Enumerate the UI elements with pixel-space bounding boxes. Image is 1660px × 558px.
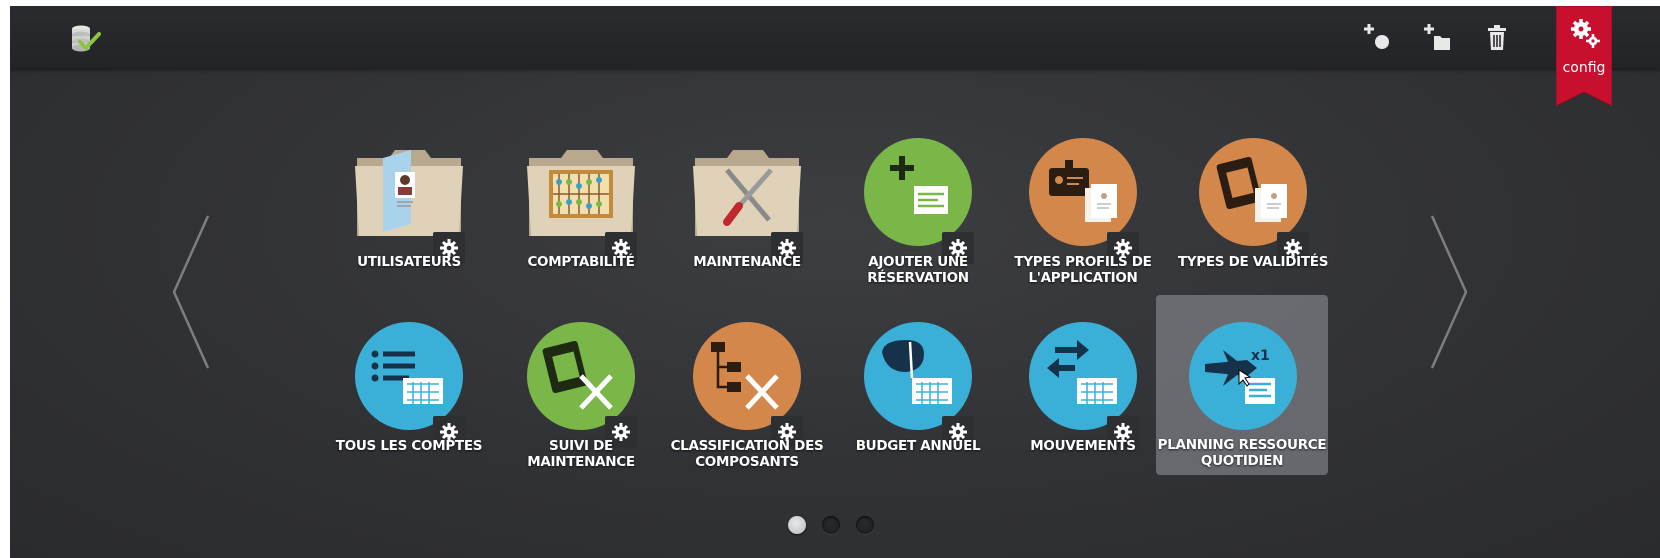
tile-label: MAINTENANCE bbox=[693, 254, 801, 270]
tile-types-validites[interactable]: TYPES DE VALIDITÉS bbox=[1167, 124, 1339, 294]
page-dot-1[interactable] bbox=[788, 516, 806, 534]
gears-icon bbox=[1571, 19, 1600, 48]
next-page-arrow[interactable] bbox=[1426, 212, 1470, 372]
tile-utilisateurs[interactable]: UTILISATEURS bbox=[323, 124, 495, 294]
tile-label: SUIVI DE MAINTENANCE bbox=[527, 438, 635, 470]
top-toolbar: config bbox=[10, 6, 1660, 107]
tile-label: COMPTABILITÉ bbox=[527, 254, 635, 270]
page-dot-3[interactable] bbox=[856, 516, 874, 534]
tile-label: UTILISATEURS bbox=[357, 254, 461, 270]
svg-text:x1: x1 bbox=[1251, 348, 1270, 364]
tile-label: AJOUTER UNE RÉSERVATION bbox=[867, 254, 969, 286]
tile-label: PLANNING RESSOURCE QUOTIDIEN bbox=[1157, 437, 1327, 469]
tile-types-profils[interactable]: TYPES PROFILS DE L'APPLICATION bbox=[997, 124, 1169, 294]
plane-planning-icon: x1 bbox=[1189, 322, 1297, 430]
tile-ajouter-reservation[interactable]: AJOUTER UNE RÉSERVATION bbox=[832, 124, 1004, 294]
trash-icon[interactable] bbox=[1480, 20, 1516, 56]
tile-label: CLASSIFICATION DES COMPOSANTS bbox=[670, 438, 824, 470]
tile-tous-les-comptes[interactable]: TOUS LES COMPTES bbox=[323, 308, 495, 478]
database-check-icon[interactable] bbox=[66, 20, 102, 56]
page-dot-2[interactable] bbox=[822, 516, 840, 534]
config-button[interactable]: config bbox=[1555, 6, 1613, 107]
tile-mouvements[interactable]: MOUVEMENTS bbox=[997, 308, 1169, 478]
tile-comptabilite[interactable]: COMPTABILITÉ bbox=[495, 124, 667, 294]
tile-label: MOUVEMENTS bbox=[1030, 438, 1136, 454]
tile-suivi-maintenance[interactable]: SUIVI DE MAINTENANCE bbox=[495, 308, 667, 478]
previous-page-arrow[interactable] bbox=[170, 212, 214, 372]
config-label: config bbox=[1562, 60, 1606, 76]
add-item-icon[interactable] bbox=[1360, 20, 1396, 56]
app-container: config UTILISATEURS COMPTABILITÉ MAINTEN… bbox=[10, 6, 1660, 558]
tile-label: TYPES DE VALIDITÉS bbox=[1177, 254, 1329, 270]
tile-label: TYPES PROFILS DE L'APPLICATION bbox=[1014, 254, 1152, 286]
add-folder-icon[interactable] bbox=[1420, 20, 1456, 56]
tile-classification-composants[interactable]: CLASSIFICATION DES COMPOSANTS bbox=[661, 308, 833, 478]
tile-planning-ressource[interactable]: x1 PLANNING RESSOURCE QUOTIDIEN bbox=[1156, 295, 1328, 475]
tile-budget-annuel[interactable]: BUDGET ANNUEL bbox=[832, 308, 1004, 478]
tile-maintenance[interactable]: MAINTENANCE bbox=[661, 124, 833, 294]
tile-label: TOUS LES COMPTES bbox=[335, 438, 483, 454]
tile-label: BUDGET ANNUEL bbox=[855, 438, 981, 454]
